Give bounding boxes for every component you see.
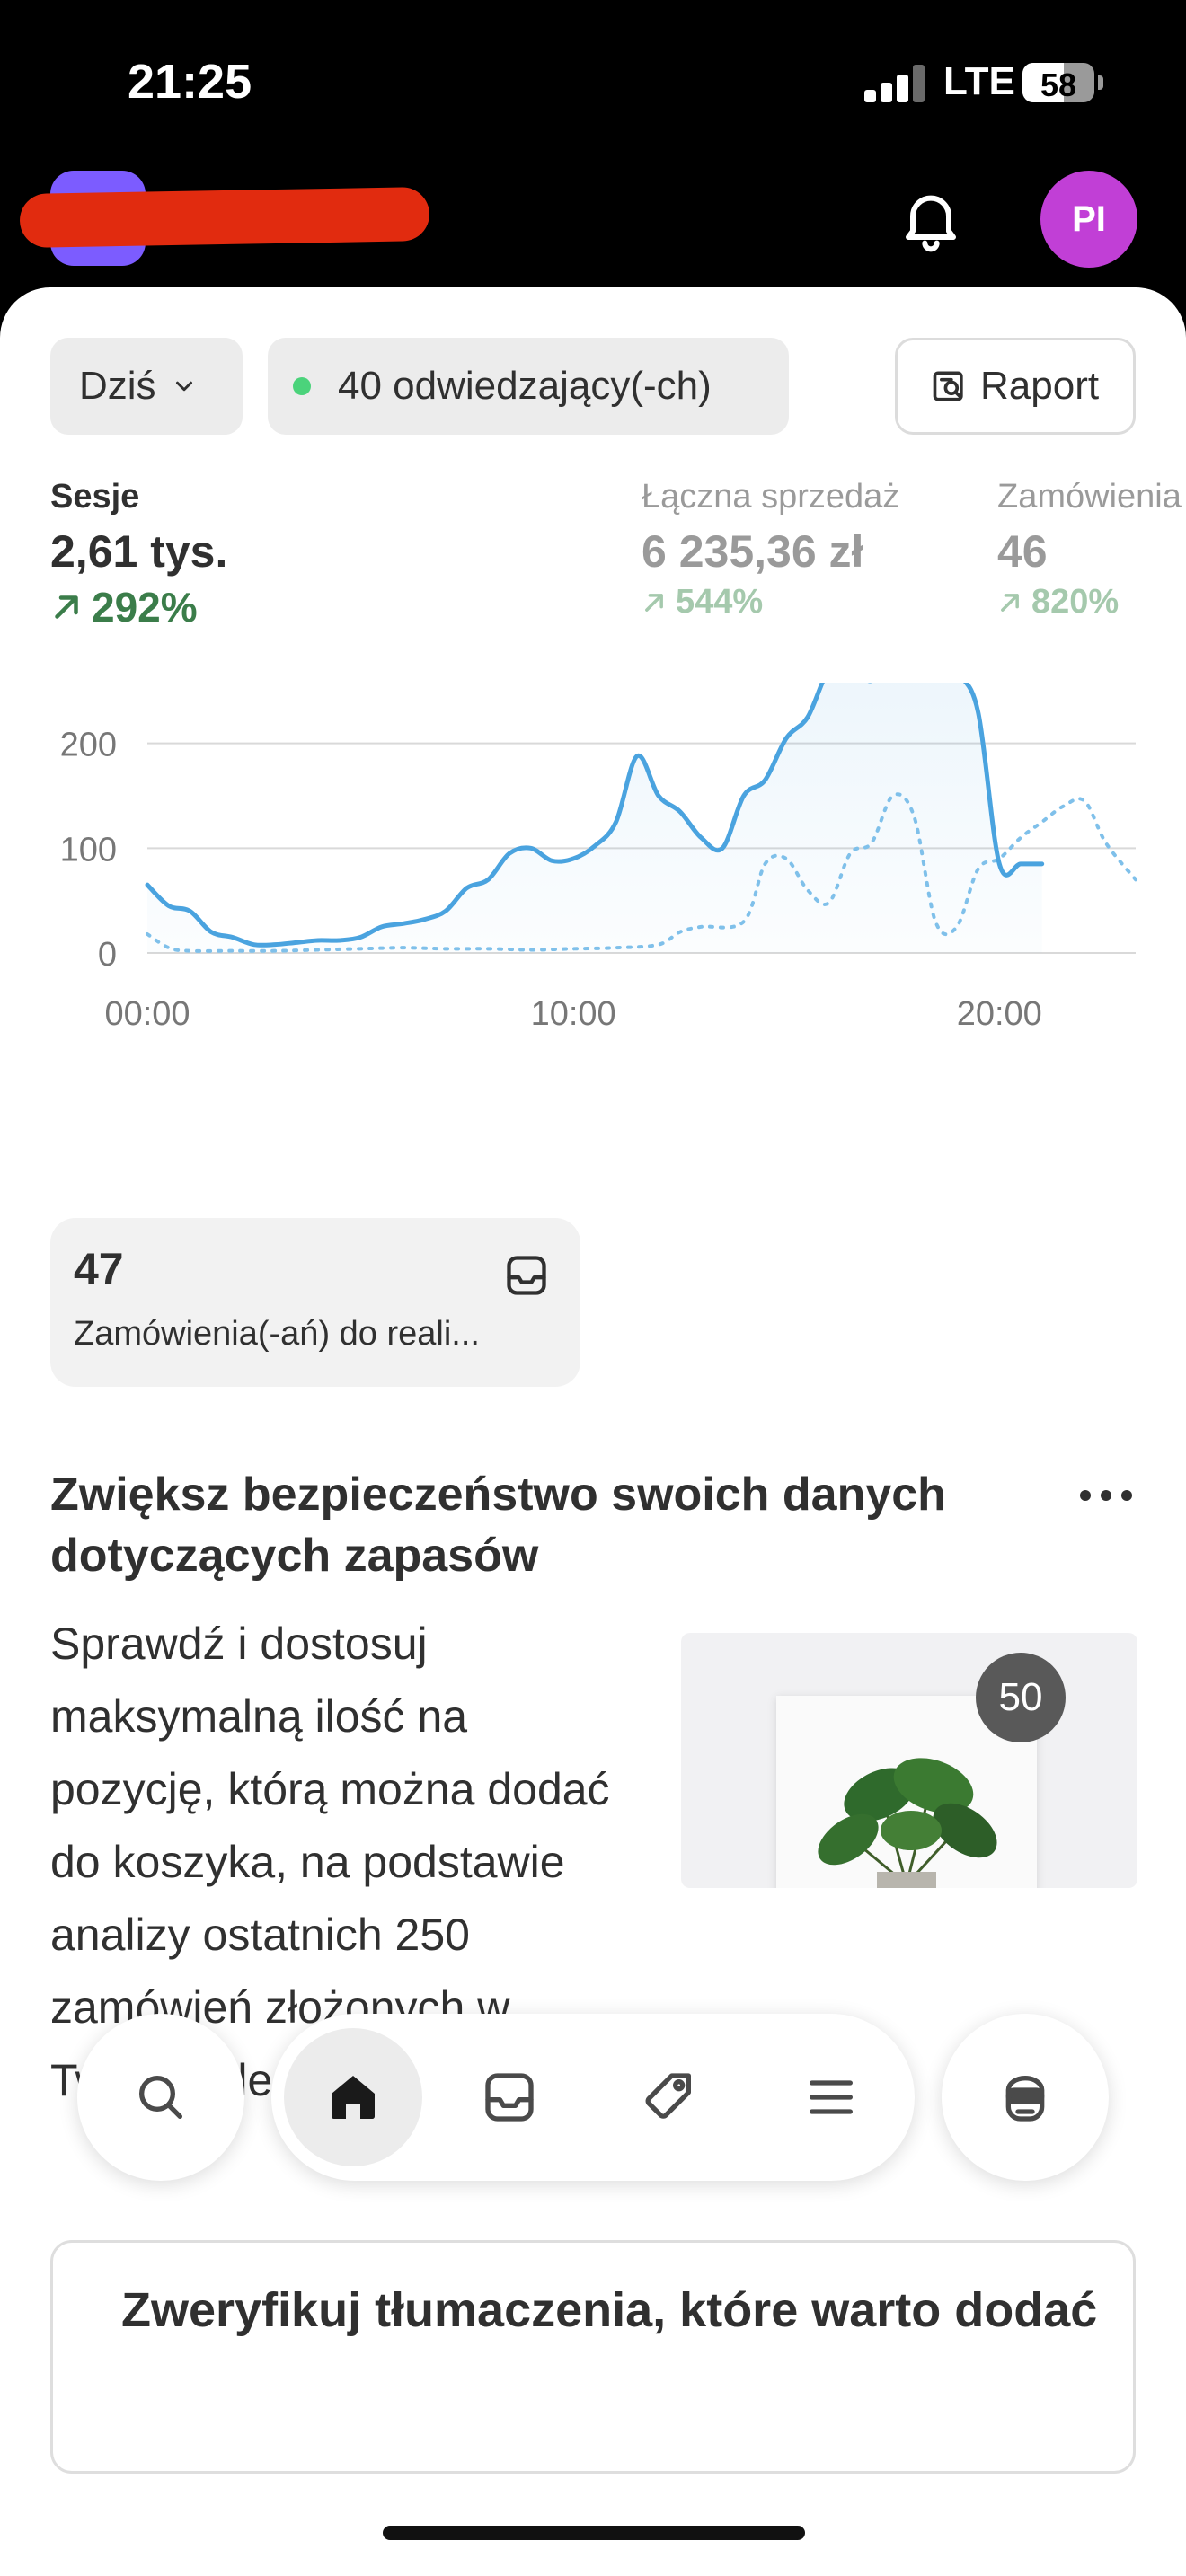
x-tick-label: 20:00 bbox=[957, 995, 1042, 1033]
metric-total-sales[interactable]: Łączna sprzedaż 6 235,36 zł 544% bbox=[642, 478, 899, 622]
bottom-nav bbox=[271, 2014, 915, 2181]
sidekick-button[interactable] bbox=[942, 2014, 1109, 2181]
x-tick-label: 10:00 bbox=[531, 995, 616, 1033]
report-icon bbox=[933, 371, 963, 401]
battery-percent: 58 bbox=[1040, 66, 1077, 102]
next-task-card[interactable]: Zweryfikuj tłumaczenia, które warto doda… bbox=[50, 2240, 1136, 2474]
image-count-badge: 50 bbox=[976, 1653, 1066, 1742]
metric-change-value: 820% bbox=[1031, 583, 1120, 621]
battery-icon: 58 bbox=[1022, 63, 1094, 102]
more-options-icon[interactable] bbox=[1075, 1482, 1137, 1509]
orders-to-fulfill-count: 47 bbox=[74, 1244, 124, 1294]
nav-home[interactable] bbox=[284, 2028, 422, 2166]
avatar[interactable]: PI bbox=[1040, 171, 1137, 268]
metric-sessions[interactable]: Sesje 2,61 tys. 292% bbox=[50, 478, 227, 631]
menu-icon bbox=[810, 2080, 853, 2114]
live-visitors-label: 40 odwiedzający(-ch) bbox=[338, 364, 712, 408]
nav-products[interactable] bbox=[600, 2028, 739, 2166]
series-area bbox=[147, 683, 1042, 953]
main-card: Dziś 40 odwiedzający(-ch) Raport Sesje 2… bbox=[0, 287, 1186, 2576]
redacted-store-name bbox=[19, 187, 430, 248]
orders-to-fulfill-label: Zamówienia(-ań) do reali... bbox=[74, 1315, 480, 1353]
status-bar: 21:25 LTE 58 bbox=[0, 0, 1186, 171]
live-visitors-button[interactable]: 40 odwiedzający(-ch) bbox=[268, 338, 789, 435]
metric-label: Zamówienia bbox=[997, 478, 1182, 516]
arrow-up-right-icon bbox=[645, 593, 663, 612]
date-filter-button[interactable]: Dziś bbox=[50, 338, 243, 435]
home-icon bbox=[332, 2076, 375, 2119]
promo-title: Zwiększ bezpieczeństwo swoich danych dot… bbox=[50, 1469, 946, 1582]
chevron-down-icon bbox=[175, 381, 192, 392]
signal-icon bbox=[864, 65, 927, 102]
metric-change: 544% bbox=[642, 583, 899, 622]
metric-value: 2,61 tys. bbox=[50, 526, 228, 577]
metric-value: 46 bbox=[997, 526, 1048, 577]
arrow-up-right-icon bbox=[55, 595, 78, 619]
search-icon bbox=[139, 2076, 182, 2119]
nav-orders[interactable] bbox=[440, 2028, 579, 2166]
plant-image: 50 bbox=[681, 1633, 1137, 1888]
inbox-icon bbox=[485, 2073, 534, 2122]
tag-icon bbox=[645, 2073, 691, 2119]
x-tick-label: 00:00 bbox=[104, 995, 190, 1033]
y-tick-label: 200 bbox=[60, 727, 117, 764]
y-tick-label: 100 bbox=[60, 831, 117, 869]
bell-icon[interactable] bbox=[895, 183, 967, 255]
next-task-title: Zweryfikuj tłumaczenia, które warto doda… bbox=[121, 2283, 1098, 2337]
orders-to-fulfill-card[interactable]: 47 Zamówienia(-ań) do reali... bbox=[50, 1218, 580, 1387]
search-button[interactable] bbox=[77, 2014, 244, 2181]
sessions-chart: 300200100000:0010:0020:00 bbox=[60, 683, 1137, 1033]
metric-change-value: 292% bbox=[92, 584, 198, 631]
home-indicator bbox=[383, 2526, 805, 2540]
metric-change: 292% bbox=[50, 583, 227, 631]
arrow-up-right-icon bbox=[1001, 593, 1019, 612]
app-header: PI bbox=[0, 171, 1186, 287]
inbox-icon bbox=[507, 1256, 546, 1295]
metric-orders[interactable]: Zamówienia 46 820% bbox=[997, 478, 1186, 622]
report-label: Raport bbox=[980, 364, 1100, 408]
y-tick-label: 0 bbox=[98, 936, 117, 974]
metric-label: Sesje bbox=[50, 478, 140, 516]
status-time: 21:25 bbox=[128, 55, 252, 109]
metric-label: Łączna sprzedaż bbox=[642, 478, 900, 516]
sidekick-icon bbox=[1005, 2076, 1045, 2122]
network-label: LTE bbox=[943, 59, 1015, 103]
metric-change: 820% bbox=[997, 583, 1186, 622]
report-button[interactable]: Raport bbox=[895, 338, 1136, 435]
metric-value: 6 235,36 zł bbox=[642, 526, 864, 577]
live-dot-icon bbox=[293, 377, 311, 395]
date-filter-label: Dziś bbox=[79, 364, 156, 408]
metric-change-value: 544% bbox=[676, 583, 764, 621]
nav-menu[interactable] bbox=[762, 2028, 900, 2166]
